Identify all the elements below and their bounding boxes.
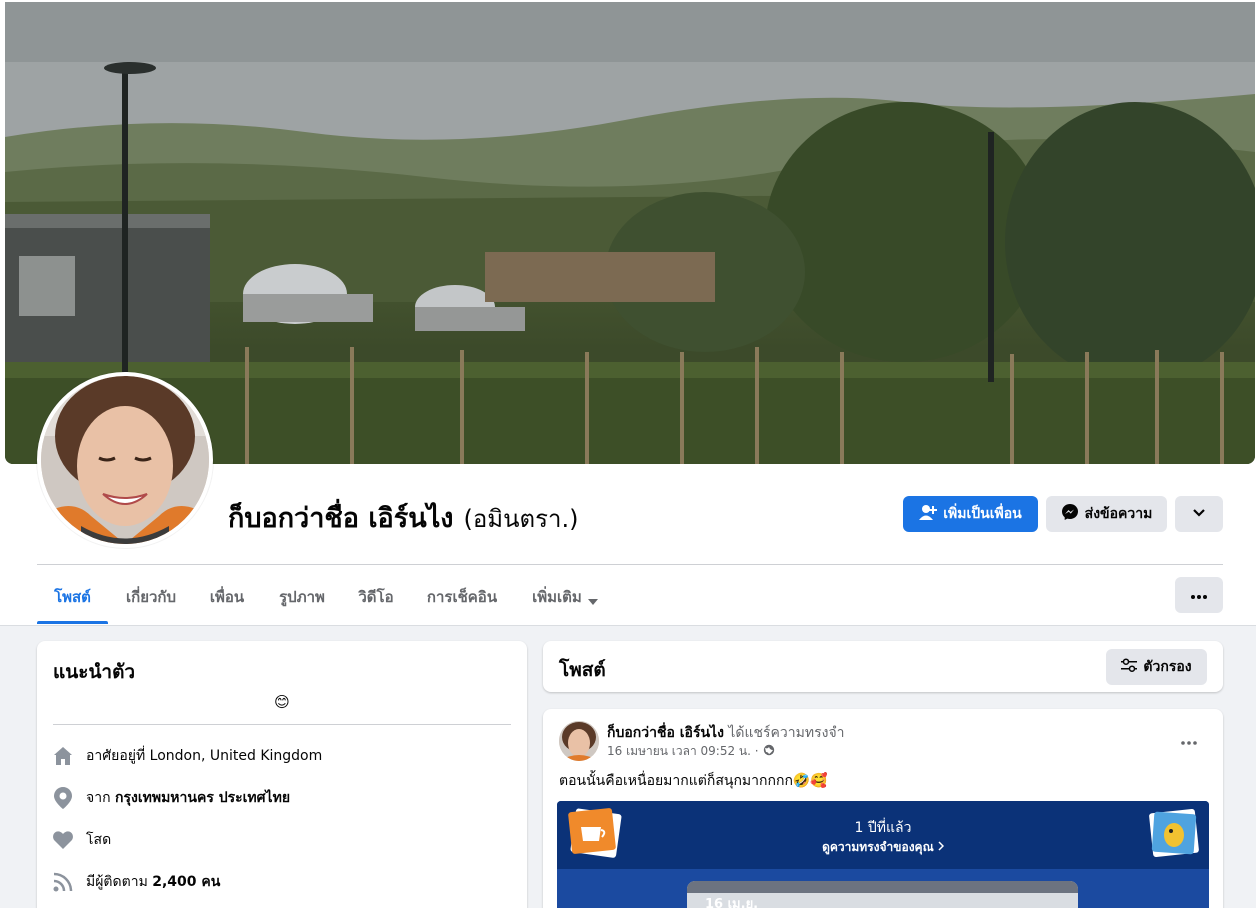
tab-label: วิดีโอ: [358, 588, 394, 606]
more-dots-icon: [1191, 587, 1207, 603]
intro-bio: 😊: [274, 693, 290, 711]
home-icon: [52, 745, 74, 767]
profile-name-row: ก็บอกว่าชื่อ เอิร์นไง (อมินตรา.): [228, 496, 578, 539]
posts-header-card: โพสต์ ตัวกรอง: [543, 641, 1223, 692]
caret-down-icon: [587, 591, 598, 609]
followers-prefix: มีผู้ติดตาม: [86, 874, 148, 890]
intro-lives-in: อาศัยอยู่ที่ London, United Kingdom: [52, 745, 322, 767]
location-pin-icon: [52, 787, 74, 809]
post-author-name[interactable]: ก็บอกว่าชื่อ เอิร์นไง: [607, 725, 724, 741]
intro-followers: มีผู้ติดตาม 2,400 คน: [52, 871, 220, 893]
memory-photo[interactable]: 16 เม.ย.: [687, 881, 1078, 908]
tab-videos[interactable]: วิดีโอ: [346, 578, 406, 624]
tab-about[interactable]: เกี่ยวกับ: [110, 578, 192, 624]
add-friend-button[interactable]: เพิ่มเป็นเพื่อน: [903, 496, 1038, 532]
posts-title: โพสต์: [559, 659, 606, 681]
add-friend-icon: [919, 504, 938, 524]
avatar-portrait: [41, 376, 209, 544]
tab-checkins[interactable]: การเช็คอิน: [414, 578, 510, 624]
from-place[interactable]: กรุงเทพมหานคร ประเทศไทย: [115, 790, 290, 806]
intro-title: แนะนำตัว: [53, 661, 136, 683]
profile-more-dropdown-button[interactable]: [1175, 496, 1223, 532]
profile-name: ก็บอกว่าชื่อ เอิร์นไง: [228, 503, 454, 534]
tab-photos[interactable]: รูปภาพ: [264, 578, 340, 624]
message-label: ส่งข้อความ: [1084, 506, 1153, 522]
messenger-icon: [1061, 503, 1079, 525]
intro-from: จาก กรุงเทพมหานคร ประเทศไทย: [52, 787, 290, 809]
more-dots-icon: [1181, 730, 1197, 749]
intro-relationship: โสด: [52, 829, 111, 851]
tab-label: เกี่ยวกับ: [125, 588, 177, 606]
memory-link-label: ดูความทรงจำของคุณ: [822, 840, 934, 854]
memory-title: 1 ปีที่แล้ว: [854, 820, 912, 836]
chevron-right-icon: [938, 840, 944, 854]
heart-icon: [52, 829, 74, 851]
followers-count[interactable]: 2,400 คน: [152, 874, 220, 890]
cover-landscape: [5, 2, 1255, 464]
post-author-avatar[interactable]: [559, 721, 599, 761]
dog-sticker-icon: [1147, 807, 1201, 863]
lives-place[interactable]: London, United Kingdom: [150, 748, 323, 764]
post-text: ตอนนั้นคือเหนื่อยมากแต่ก็สนุกมากกกก🤣🥰: [559, 773, 828, 789]
filter-label: ตัวกรอง: [1143, 659, 1192, 675]
cover-photo[interactable]: [5, 2, 1255, 464]
post-action: ได้แชร์ความทรงจำ: [728, 725, 845, 741]
message-button[interactable]: ส่งข้อความ: [1046, 496, 1167, 532]
memory-photo-caption: 16 เม.ย.: [705, 897, 759, 908]
filter-sliders-icon: [1121, 658, 1138, 676]
tab-more[interactable]: เพิ่มเติม: [520, 578, 610, 624]
tabs-more-options-button[interactable]: [1175, 577, 1223, 613]
tab-label: เพิ่มเติม: [532, 588, 582, 606]
post-timestamp[interactable]: 16 เมษายน เวลา 09:52 น. ·: [607, 742, 759, 761]
chevron-down-icon: [1192, 506, 1206, 522]
tab-friends[interactable]: เพื่อน: [196, 578, 258, 624]
globe-public-icon: [763, 744, 775, 759]
profile-avatar[interactable]: [37, 372, 213, 548]
tab-label: เพื่อน: [209, 588, 245, 606]
post-header-line: ก็บอกว่าชื่อ เอิร์นไง ได้แชร์ความทรงจำ: [607, 722, 845, 744]
post-meta: 16 เมษายน เวลา 09:52 น. ·: [607, 742, 775, 761]
tab-label: รูปภาพ: [279, 588, 325, 606]
memory-link[interactable]: ดูความทรงจำของคุณ: [557, 838, 1209, 857]
add-friend-label: เพิ่มเป็นเพื่อน: [943, 506, 1022, 522]
relationship-status: โสด: [86, 832, 112, 848]
tab-label: การเช็คอิน: [426, 588, 498, 606]
from-prefix: จาก: [86, 790, 111, 806]
tabs-divider: [37, 564, 1223, 565]
memory-banner[interactable]: 1 ปีที่แล้ว ดูความทรงจำของคุณ 16 เม.ย.: [557, 801, 1209, 908]
lives-prefix: อาศัยอยู่ที่: [86, 748, 146, 764]
post-options-button[interactable]: [1177, 727, 1201, 751]
tab-posts[interactable]: โพสต์: [37, 578, 108, 624]
intro-card: แนะนำตัว 😊: [37, 641, 527, 908]
tab-label: โพสต์: [54, 588, 91, 606]
profile-header: ก็บอกว่าชื่อ เอิร์นไง (อมินตรา.) เพิ่มเป…: [0, 0, 1256, 626]
profile-alternate-name: (อมินตรา.): [463, 505, 579, 533]
rss-followers-icon: [52, 871, 74, 893]
memory-photo-roof: [687, 881, 1078, 893]
intro-divider: [53, 724, 511, 725]
filter-button[interactable]: ตัวกรอง: [1106, 649, 1207, 685]
